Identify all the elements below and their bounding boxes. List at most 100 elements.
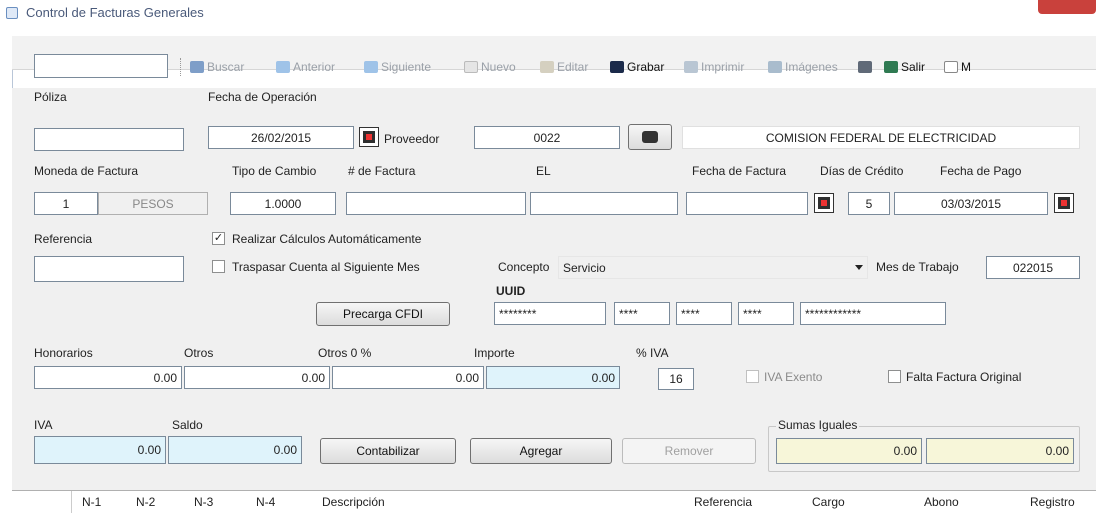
num-factura-label: # de Factura [348,164,416,178]
checkbox-icon [944,61,958,73]
salir-button[interactable]: Salir [884,58,925,76]
proveedor-label: Proveedor [384,132,440,146]
moneda-label: Moneda de Factura [34,164,139,178]
extra-tool-button[interactable] [858,58,875,76]
arrow-right-icon [364,61,378,73]
precarga-cfdi-button[interactable]: Precarga CFDI [316,302,450,326]
moneda-name-field: PESOS [98,192,208,215]
iva-label: IVA [34,418,53,432]
mes-trabajo-label: Mes de Trabajo [876,260,959,274]
iva-exento-checkbox[interactable] [746,370,759,383]
referencia-field[interactable] [34,256,184,282]
column-header[interactable]: N-4 [256,495,275,509]
traspasar-label: Traspasar Cuenta al Siguiente Mes [232,260,420,274]
concepto-select[interactable]: Servicio [558,256,868,279]
importe-label: Importe [474,346,515,360]
fecha-factura-field[interactable] [686,192,808,215]
sumas-cargo-field: 0.00 [776,438,922,464]
tipo-cambio-field[interactable]: 1.0000 [230,192,336,215]
concepto-label: Concepto [498,260,550,274]
fecha-operacion-field[interactable]: 26/02/2015 [208,126,354,149]
sumas-iguales-label: Sumas Iguales [776,418,860,432]
agregar-button[interactable]: Agregar [470,438,612,464]
importe-field[interactable]: 0.00 [486,366,620,389]
title-bar: Control de Facturas Generales [0,0,1096,26]
uuid-part-2[interactable]: **** [614,302,670,325]
search-input[interactable] [34,54,168,78]
iva-exento-label: IVA Exento [764,370,823,384]
calendar-icon[interactable] [1054,193,1074,213]
window-title: Control de Facturas Generales [26,5,204,20]
arrow-left-icon [276,61,290,73]
uuid-part-1[interactable]: ******** [494,302,606,325]
save-icon [610,61,624,73]
column-header[interactable]: N-3 [194,495,213,509]
mes-trabajo-field[interactable]: 022015 [986,256,1080,279]
traspasar-checkbox[interactable] [212,260,225,273]
m-button[interactable]: M [944,58,971,76]
imprimir-button[interactable]: Imprimir [684,58,744,76]
app-icon [6,7,18,19]
column-header[interactable]: Cargo [812,495,845,509]
el-field[interactable] [530,192,678,215]
falta-factura-checkbox[interactable] [888,370,901,383]
otros-label: Otros [184,346,214,360]
otros-field[interactable]: 0.00 [184,366,330,389]
uuid-part-3[interactable]: **** [676,302,732,325]
column-header[interactable]: Referencia [694,495,752,509]
proveedor-name-field: COMISION FEDERAL DE ELECTRICIDAD [682,126,1080,149]
falta-factura-label: Falta Factura Original [906,370,1022,384]
column-header[interactable]: N-2 [136,495,155,509]
dias-credito-label: Días de Crédito [820,164,904,178]
column-header[interactable]: Registro [1030,495,1075,509]
iva-pct-label: % IVA [636,346,669,360]
otros0-label: Otros 0 % [318,346,372,360]
iva-pct-field[interactable]: 16 [658,368,694,390]
new-document-icon [464,61,478,73]
column-header[interactable]: Abono [924,495,959,509]
honorarios-label: Honorarios [34,346,93,360]
sumas-abono-field: 0.00 [926,438,1074,464]
fecha-pago-label: Fecha de Pago [940,164,1022,178]
fecha-operacion-label: Fecha de Operación [208,90,317,104]
tipo-cambio-label: Tipo de Cambio [232,164,317,178]
honorarios-field[interactable]: 0.00 [34,366,182,389]
close-button[interactable] [1038,0,1096,14]
contabilizar-button[interactable]: Contabilizar [320,438,456,464]
imagenes-button[interactable]: Imágenes [768,58,838,76]
iva-field[interactable]: 0.00 [34,436,166,464]
column-header[interactable]: Descripción [322,495,385,509]
referencia-label: Referencia [34,232,93,246]
fecha-factura-label: Fecha de Factura [692,164,787,178]
dias-credito-field[interactable]: 5 [848,192,890,215]
calendar-icon[interactable] [814,193,834,213]
column-header[interactable]: N-1 [82,495,101,509]
chevron-down-icon [855,265,863,270]
proveedor-code-field[interactable]: 0022 [474,126,620,149]
realizar-calculos-label: Realizar Cálculos Automáticamente [232,232,422,246]
moneda-code-field[interactable]: 1 [34,192,98,215]
num-factura-field[interactable] [346,192,526,215]
grabar-button[interactable]: Grabar [610,58,664,76]
remover-button[interactable]: Remover [622,438,756,464]
uuid-part-4[interactable]: **** [738,302,794,325]
images-icon [768,61,782,73]
otros0-field[interactable]: 0.00 [332,366,484,389]
uuid-part-5[interactable]: ************ [800,302,946,325]
anterior-button[interactable]: Anterior [276,58,335,76]
editar-button[interactable]: Editar [540,58,588,76]
saldo-field[interactable]: 0.00 [168,436,302,464]
el-label: EL [536,164,551,178]
nuevo-button[interactable]: Nuevo [464,58,516,76]
siguiente-button[interactable]: Siguiente [364,58,431,76]
realizar-calculos-checkbox[interactable]: ✓ [212,232,225,245]
fecha-pago-field[interactable]: 03/03/2015 [894,192,1048,215]
poliza-field[interactable] [34,128,184,151]
buscar-button[interactable]: Buscar [190,58,244,76]
grid-row-header [34,491,72,513]
calendar-icon[interactable] [359,127,379,147]
buscar-proveedor-button[interactable] [628,124,672,150]
uuid-label: UUID [496,284,526,298]
toolbar-separator [180,58,181,76]
poliza-label: Póliza [34,90,67,104]
